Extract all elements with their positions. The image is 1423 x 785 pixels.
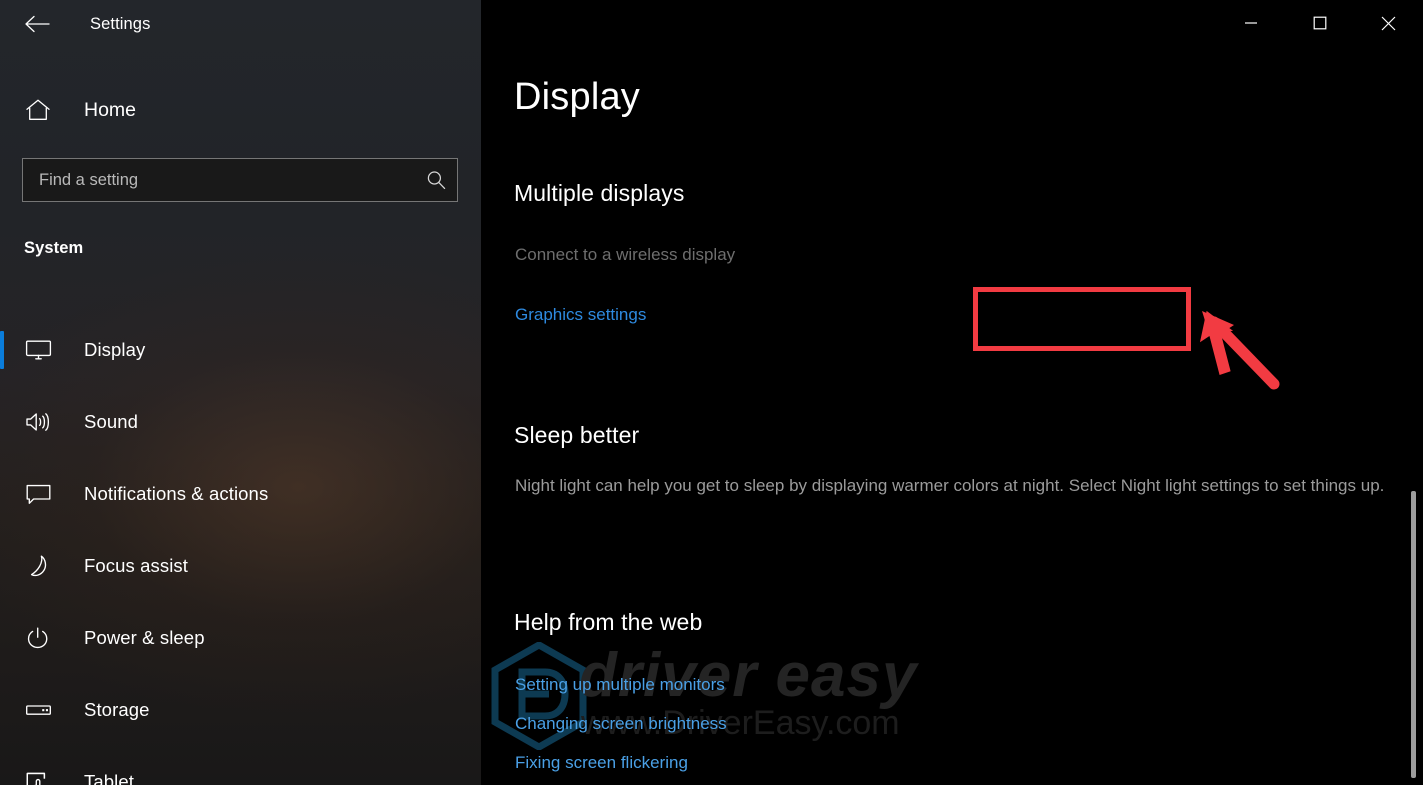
back-button[interactable] [14, 8, 60, 40]
monitor-icon [16, 338, 60, 362]
sidebar-item-home[interactable]: Home [0, 88, 481, 132]
selection-indicator [0, 331, 4, 369]
sidebar-item-power-sleep-label: Power & sleep [84, 627, 205, 648]
sidebar-item-focus-assist[interactable]: Focus assist [0, 530, 481, 602]
sidebar-item-tablet-label: Tablet [84, 771, 134, 785]
sidebar-item-sound-label: Sound [84, 411, 138, 432]
back-arrow-icon [25, 15, 50, 33]
section-heading-multiple-displays: Multiple displays [514, 180, 685, 206]
scrollbar-track[interactable] [1409, 46, 1421, 785]
search-input[interactable] [23, 159, 415, 201]
sidebar-item-home-label: Home [84, 98, 137, 121]
drive-icon [16, 698, 60, 722]
sidebar-item-focus-assist-label: Focus assist [84, 555, 189, 576]
sidebar-item-power-sleep[interactable]: Power & sleep [0, 602, 481, 674]
connect-wireless-display-link: Connect to a wireless display [515, 245, 736, 264]
section-heading-help-from-the-web: Help from the web [514, 609, 703, 635]
sidebar-item-tablet[interactable]: Tablet [0, 746, 481, 785]
graphics-settings-link[interactable]: Graphics settings [515, 305, 646, 325]
sidebar-item-display[interactable]: Display [0, 314, 481, 386]
power-icon [16, 626, 60, 650]
window-title: Settings [90, 14, 151, 33]
sleep-better-description: Night light can help you get to sleep by… [515, 476, 1385, 495]
section-heading-sleep-better: Sleep better [514, 422, 640, 448]
sidebar-item-storage-label: Storage [84, 699, 150, 720]
chat-bubble-icon [16, 482, 60, 506]
sidebar-item-storage[interactable]: Storage [0, 674, 481, 746]
sidebar-nav-list: Display Sound Notifications & actions Fo… [0, 314, 481, 785]
tablet-touch-icon [16, 770, 60, 785]
sidebar-section-label: System [24, 239, 84, 257]
sidebar-item-notifications-label: Notifications & actions [84, 483, 269, 504]
help-link-setting-up-multiple-monitors[interactable]: Setting up multiple monitors [515, 675, 725, 695]
settings-window: Settings Home System [0, 0, 1423, 785]
titlebar-left: Settings [0, 0, 481, 48]
main-content-pane: driver easy www.DriverEasy.com Display M… [481, 0, 1423, 785]
search-box[interactable] [22, 158, 458, 202]
page-title: Display [514, 76, 640, 118]
search-icon[interactable] [415, 159, 457, 201]
help-link-fixing-screen-flickering[interactable]: Fixing screen flickering [515, 753, 688, 773]
home-icon [16, 98, 60, 122]
scrollbar-thumb[interactable] [1411, 491, 1416, 778]
sidebar: Settings Home System [0, 0, 481, 785]
display-settings-content: Display Multiple displays Connect to a w… [514, 0, 1414, 785]
sidebar-item-display-label: Display [84, 339, 146, 360]
speaker-icon [16, 410, 60, 434]
moon-icon [16, 554, 60, 578]
help-link-changing-screen-brightness[interactable]: Changing screen brightness [515, 714, 727, 734]
sidebar-item-notifications[interactable]: Notifications & actions [0, 458, 481, 530]
sidebar-item-sound[interactable]: Sound [0, 386, 481, 458]
